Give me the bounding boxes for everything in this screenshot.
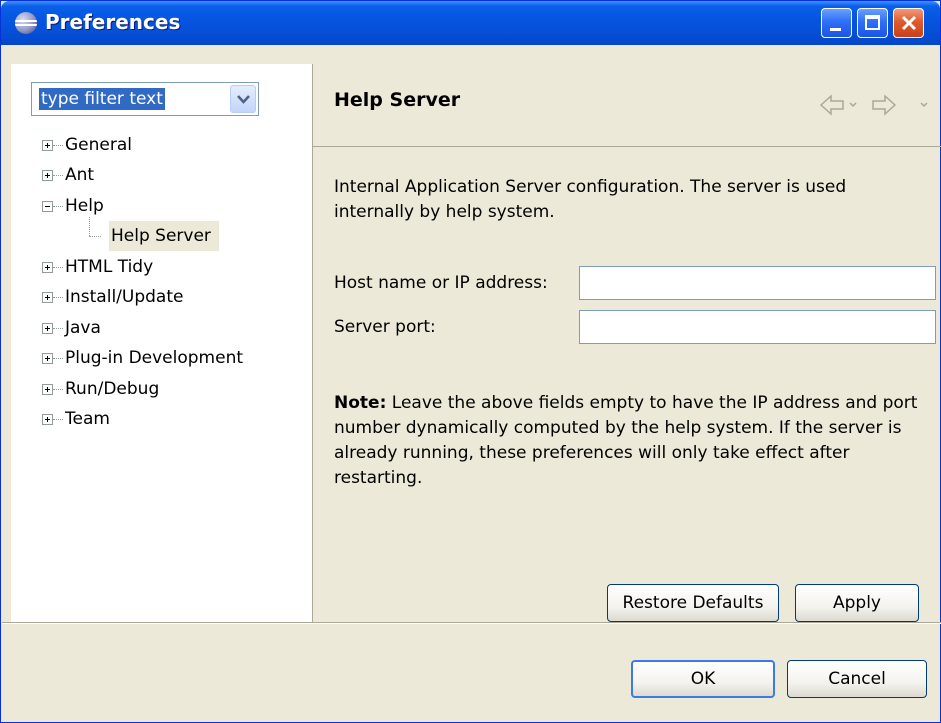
minimize-icon: [830, 28, 841, 31]
forward-arrow-icon[interactable]: [869, 93, 931, 117]
restore-defaults-button[interactable]: Restore Defaults: [607, 584, 779, 622]
collapse-icon[interactable]: [42, 201, 53, 212]
tree-item-help[interactable]: Help: [11, 191, 311, 221]
ok-button[interactable]: OK: [631, 660, 775, 698]
cancel-button[interactable]: Cancel: [787, 660, 927, 698]
back-arrow-icon[interactable]: [819, 93, 859, 117]
tree-item-general[interactable]: General: [11, 130, 311, 160]
maximize-button[interactable]: [857, 8, 888, 38]
header-separator: [313, 146, 941, 147]
note-text: Note: Leave the above fields empty to ha…: [334, 391, 926, 491]
tree-item-label: Help Server: [109, 221, 219, 251]
tree-item-team[interactable]: Team: [11, 404, 311, 434]
port-input[interactable]: [579, 310, 936, 344]
tree-item-label: Java: [65, 318, 101, 338]
expand-icon[interactable]: [42, 323, 53, 334]
apply-button[interactable]: Apply: [795, 584, 919, 622]
maximize-icon: [865, 15, 880, 30]
page-title: Help Server: [334, 89, 461, 111]
expand-icon[interactable]: [42, 292, 53, 303]
tree-item-java[interactable]: Java: [11, 313, 311, 343]
tree-item-html-tidy[interactable]: HTML Tidy: [11, 252, 311, 282]
filter-combo[interactable]: type filter text: [31, 82, 259, 116]
tree-item-plugin-development[interactable]: Plug-in Development: [11, 343, 311, 373]
port-label: Server port:: [334, 317, 436, 337]
host-input[interactable]: [579, 266, 936, 300]
note-bold: Note:: [334, 393, 387, 413]
tree-item-label: General: [65, 135, 132, 155]
tree-item-run-debug[interactable]: Run/Debug: [11, 374, 311, 404]
window-title: Preferences: [45, 10, 181, 34]
tree-item-ant[interactable]: Ant: [11, 160, 311, 190]
minimize-button[interactable]: [821, 8, 852, 38]
tree-item-help-server[interactable]: Help Server: [11, 217, 311, 251]
tree-item-label: Run/Debug: [65, 379, 160, 399]
expand-icon[interactable]: [42, 170, 53, 181]
close-button[interactable]: [893, 8, 924, 38]
filter-input[interactable]: type filter text: [39, 88, 165, 110]
close-icon: [901, 15, 917, 31]
tree-item-label: Plug-in Development: [65, 348, 244, 368]
expand-icon[interactable]: [42, 262, 53, 273]
tree-item-label: HTML Tidy: [65, 257, 154, 277]
expand-icon[interactable]: [42, 414, 53, 425]
expand-icon[interactable]: [42, 384, 53, 395]
eclipse-icon: [15, 12, 37, 34]
title-bar[interactable]: Preferences: [1, 1, 940, 45]
preferences-window: Preferences type filter text General Ant…: [0, 0, 941, 723]
tree-item-label: Team: [65, 409, 110, 429]
tree-item-install-update[interactable]: Install/Update: [11, 282, 311, 312]
preference-tree-panel: type filter text General Ant Help Help S…: [11, 64, 313, 622]
expand-icon[interactable]: [42, 353, 53, 364]
tree-item-label: Ant: [65, 165, 95, 185]
tree-item-label: Install/Update: [65, 287, 184, 307]
expand-icon[interactable]: [42, 140, 53, 151]
host-label: Host name or IP address:: [334, 273, 548, 293]
filter-dropdown-button[interactable]: [230, 85, 256, 113]
note-body: Leave the above fields empty to have the…: [334, 393, 918, 488]
page-description: Internal Application Server configuratio…: [334, 177, 847, 222]
chevron-down-icon: [237, 95, 250, 104]
tree-item-label: Help: [65, 196, 104, 216]
